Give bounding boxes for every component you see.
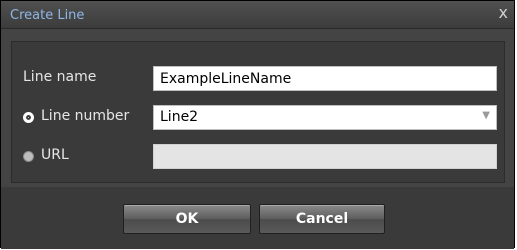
- line-number-select[interactable]: Line2 ▼: [153, 105, 497, 130]
- line-name-label: Line name: [23, 69, 97, 85]
- dialog-title: Create Line: [10, 8, 85, 23]
- button-area: [1, 187, 514, 249]
- url-radio[interactable]: [23, 151, 34, 162]
- line-number-label: Line number: [41, 108, 130, 124]
- line-number-radio[interactable]: [23, 112, 34, 123]
- close-icon[interactable]: x: [499, 5, 508, 21]
- line-number-value: Line2: [160, 109, 199, 125]
- url-label: URL: [41, 147, 69, 163]
- chevron-down-icon[interactable]: ▼: [482, 110, 490, 121]
- url-input[interactable]: [153, 144, 497, 169]
- line-name-input[interactable]: [153, 66, 497, 91]
- ok-button[interactable]: OK: [123, 204, 251, 234]
- create-line-dialog: Create Line x Line name Line number Line…: [0, 0, 515, 249]
- titlebar: Create Line x: [1, 1, 514, 29]
- cancel-button[interactable]: Cancel: [259, 204, 385, 234]
